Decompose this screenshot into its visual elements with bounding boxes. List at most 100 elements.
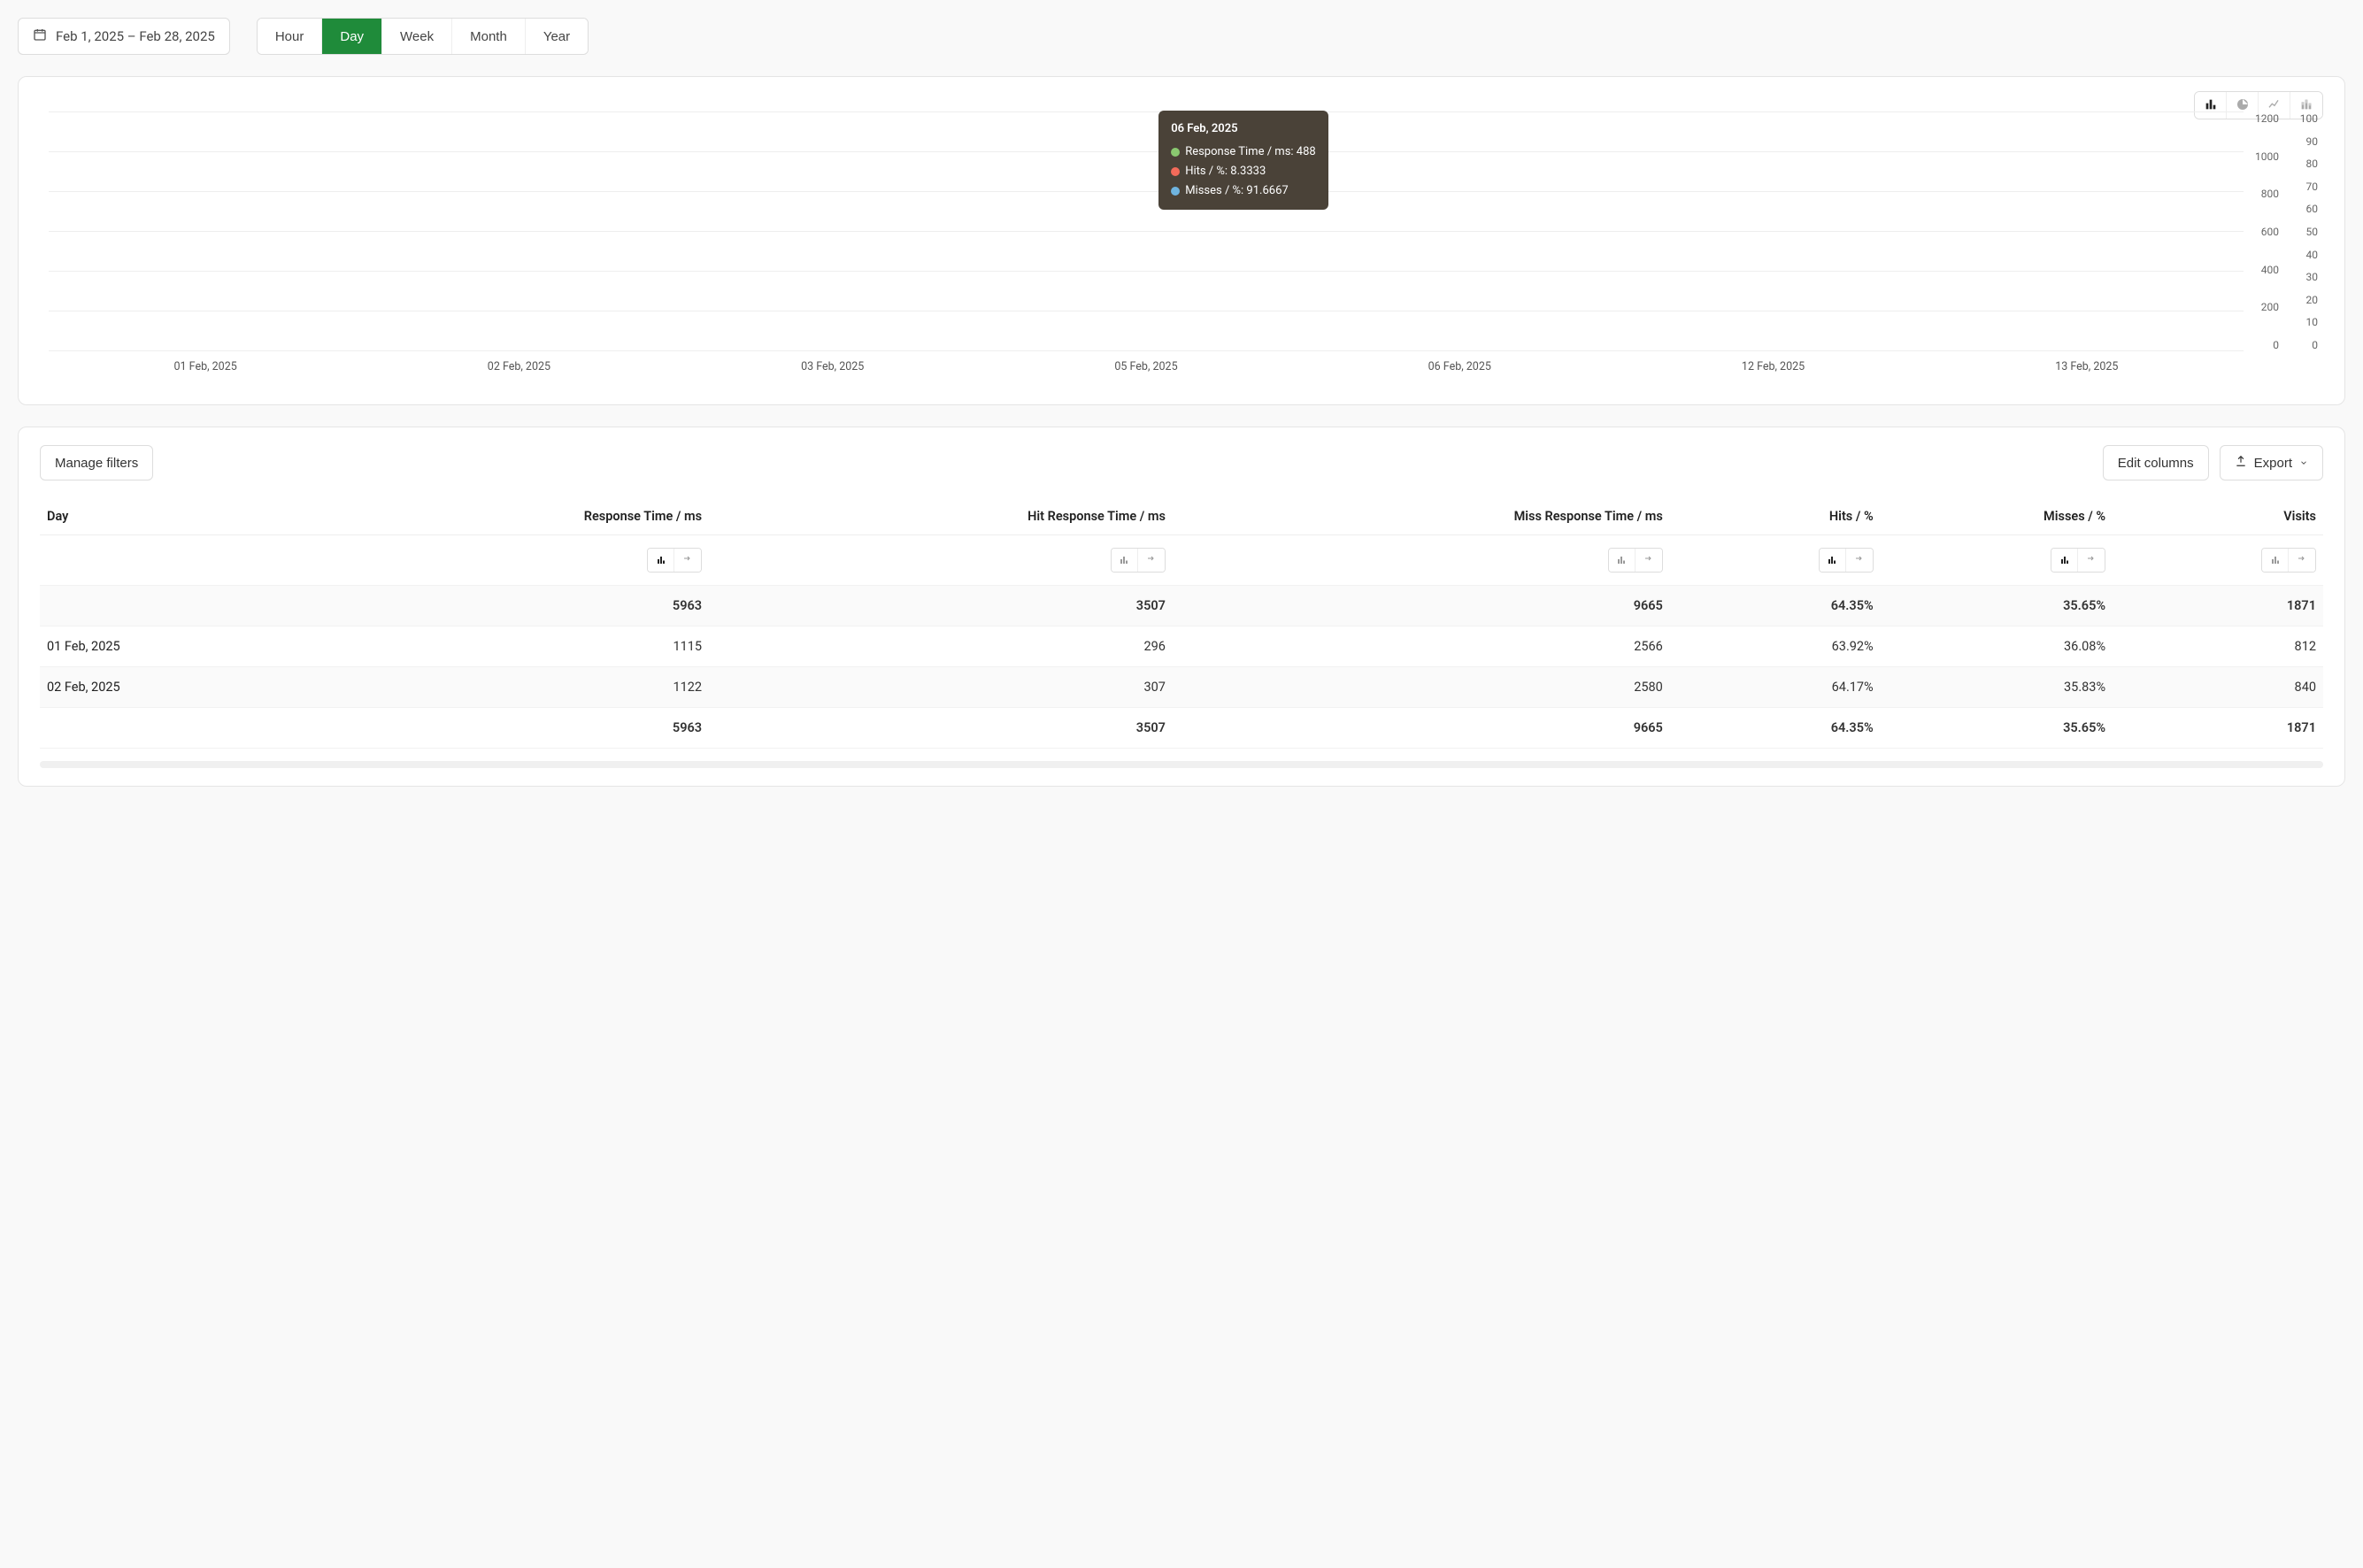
column-header[interactable]: Response Time / ms — [306, 498, 709, 535]
chevron-down-icon — [2299, 456, 2308, 471]
manage-filters-label: Manage filters — [55, 456, 138, 471]
col-chart-toggle[interactable] — [648, 549, 674, 572]
x-axis-label: 05 Feb, 2025 — [989, 360, 1303, 387]
table-cell: 296 — [709, 626, 1173, 667]
table-cell: 1115 — [306, 626, 709, 667]
x-axis-label: 13 Feb, 2025 — [1930, 360, 2244, 387]
table-cell: 35.65% — [1881, 708, 2113, 749]
table-cell: 1871 — [2113, 586, 2323, 626]
y2-tick: 90 — [2306, 135, 2319, 148]
table-cell: 3507 — [709, 708, 1173, 749]
column-header[interactable]: Miss Response Time / ms — [1173, 498, 1670, 535]
y1-tick: 800 — [2261, 188, 2279, 200]
y2-tick: 100 — [2300, 112, 2318, 125]
table-cell: 3507 — [709, 586, 1173, 626]
y2-tick: 50 — [2306, 226, 2319, 238]
col-chart-toggle[interactable] — [2051, 549, 2078, 572]
granularity-month-button[interactable]: Month — [452, 19, 526, 54]
y2-tick: 20 — [2306, 294, 2319, 306]
date-range-picker[interactable]: Feb 1, 2025 – Feb 28, 2025 — [18, 18, 230, 55]
column-header[interactable]: Visits — [2113, 498, 2323, 535]
y2-tick: 40 — [2306, 249, 2319, 261]
col-chart-toggle[interactable] — [1609, 549, 1636, 572]
table-cell: 64.17% — [1670, 667, 1881, 708]
col-chart-toggle[interactable] — [1112, 549, 1138, 572]
table-cell — [40, 708, 306, 749]
table-cell: 63.92% — [1670, 626, 1881, 667]
granularity-week-button[interactable]: Week — [382, 19, 452, 54]
table-cell: 35.65% — [1881, 586, 2113, 626]
table-cell: 9665 — [1173, 586, 1670, 626]
column-header[interactable]: Misses / % — [1881, 498, 2113, 535]
column-header[interactable]: Hit Response Time / ms — [709, 498, 1173, 535]
tooltip-row: Misses / %: 91.6667 — [1171, 181, 1316, 201]
table-cell: 9665 — [1173, 708, 1670, 749]
y2-tick: 80 — [2306, 158, 2319, 170]
export-button[interactable]: Export — [2220, 445, 2323, 480]
col-axis-toggle[interactable] — [1636, 549, 1662, 572]
x-axis-label: 01 Feb, 2025 — [49, 360, 362, 387]
chart-tooltip: 06 Feb, 2025 Response Time / ms: 488Hits… — [1158, 111, 1328, 210]
column-header[interactable]: Day — [40, 498, 306, 535]
y2-tick: 0 — [2312, 339, 2318, 351]
y1-tick: 1200 — [2255, 112, 2279, 125]
x-axis-label: 03 Feb, 2025 — [676, 360, 989, 387]
table-cell: 812 — [2113, 626, 2323, 667]
y1-tick: 0 — [2273, 339, 2279, 351]
chart-panel: 01 Feb, 202502 Feb, 202503 Feb, 202505 F… — [18, 76, 2345, 405]
y1-tick: 200 — [2261, 301, 2279, 313]
col-axis-toggle[interactable] — [674, 549, 701, 572]
y2-tick: 30 — [2306, 271, 2319, 283]
manage-filters-button[interactable]: Manage filters — [40, 445, 153, 480]
table-cell: 35.83% — [1881, 667, 2113, 708]
table-cell: 02 Feb, 2025 — [40, 667, 306, 708]
tooltip-row: Hits / %: 8.3333 — [1171, 162, 1316, 181]
x-axis-label: 06 Feb, 2025 — [1303, 360, 1616, 387]
calendar-icon — [33, 27, 47, 45]
table-row: 01 Feb, 20251115296256663.92%36.08%812 — [40, 626, 2323, 667]
chart-area: 01 Feb, 202502 Feb, 202503 Feb, 202505 F… — [40, 104, 2323, 387]
column-header[interactable]: Hits / % — [1670, 498, 1881, 535]
table-cell: 64.35% — [1670, 586, 1881, 626]
table-panel: Manage filters Edit columns Export DayRe… — [18, 427, 2345, 787]
table-cell: 2580 — [1173, 667, 1670, 708]
col-chart-toggle[interactable] — [1820, 549, 1846, 572]
x-axis-label: 02 Feb, 2025 — [362, 360, 675, 387]
y1-tick: 400 — [2261, 264, 2279, 276]
upload-icon — [2235, 455, 2247, 471]
table-row: 59633507966564.35%35.65%1871 — [40, 586, 2323, 626]
granularity-year-button[interactable]: Year — [526, 19, 588, 54]
table-cell: 01 Feb, 2025 — [40, 626, 306, 667]
y2-tick: 10 — [2306, 316, 2319, 328]
edit-columns-label: Edit columns — [2118, 456, 2194, 471]
table-cell: 5963 — [306, 708, 709, 749]
y1-tick: 600 — [2261, 226, 2279, 238]
granularity-day-button[interactable]: Day — [322, 19, 382, 54]
y1-tick: 1000 — [2255, 150, 2279, 163]
table-cell: 1871 — [2113, 708, 2323, 749]
col-axis-toggle[interactable] — [1138, 549, 1165, 572]
table-cell: 64.35% — [1670, 708, 1881, 749]
y2-tick: 70 — [2306, 181, 2319, 193]
table-cell: 1122 — [306, 667, 709, 708]
table-cell: 2566 — [1173, 626, 1670, 667]
table-cell: 5963 — [306, 586, 709, 626]
col-chart-toggle[interactable] — [2262, 549, 2289, 572]
y2-tick: 60 — [2306, 203, 2319, 215]
table-cell — [40, 586, 306, 626]
tooltip-row: Response Time / ms: 488 — [1171, 142, 1316, 162]
table-cell: 36.08% — [1881, 626, 2113, 667]
table-row: 02 Feb, 20251122307258064.17%35.83%840 — [40, 667, 2323, 708]
export-label: Export — [2254, 456, 2292, 471]
date-range-text: Feb 1, 2025 – Feb 28, 2025 — [56, 28, 215, 44]
x-axis-label: 12 Feb, 2025 — [1616, 360, 1929, 387]
horizontal-scrollbar[interactable] — [40, 761, 2323, 768]
col-axis-toggle[interactable] — [2078, 549, 2105, 572]
col-axis-toggle[interactable] — [2289, 549, 2315, 572]
tooltip-title: 06 Feb, 2025 — [1171, 119, 1316, 139]
col-axis-toggle[interactable] — [1846, 549, 1873, 572]
data-table: DayResponse Time / msHit Response Time /… — [40, 498, 2323, 749]
granularity-hour-button[interactable]: Hour — [258, 19, 323, 54]
edit-columns-button[interactable]: Edit columns — [2103, 445, 2209, 480]
table-cell: 840 — [2113, 667, 2323, 708]
